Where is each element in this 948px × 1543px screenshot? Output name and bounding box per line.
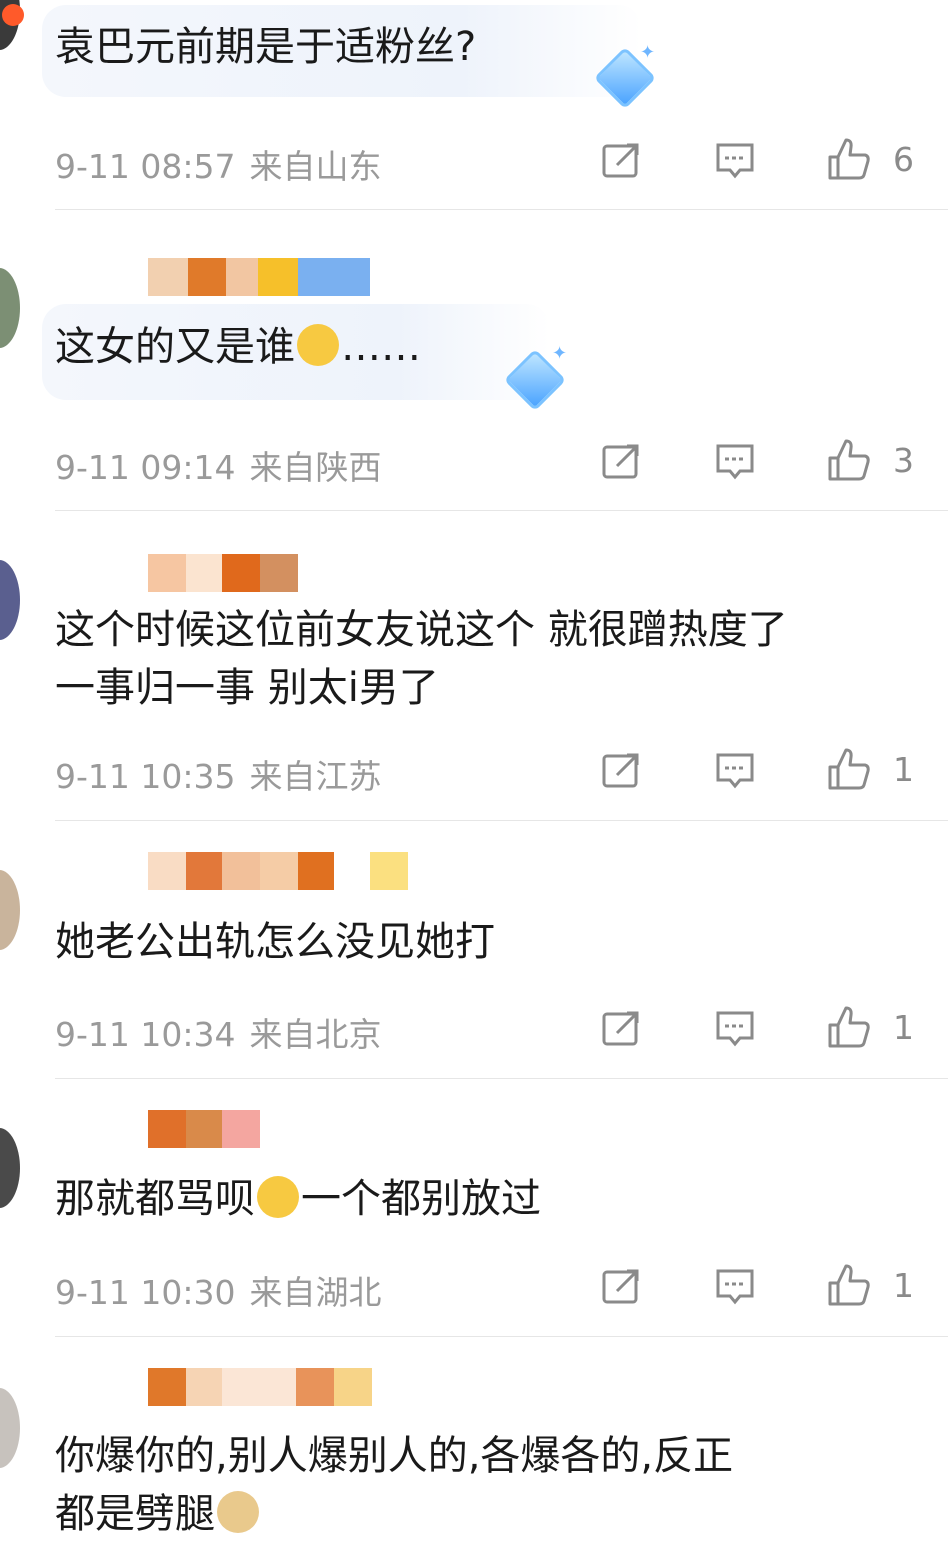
comment-location: 来自陕西 xyxy=(249,448,382,487)
comment-text: 这女的又是谁 …… xyxy=(55,318,421,376)
comment-time: 9-11 08:57 xyxy=(55,147,236,186)
comment-time: 9-11 10:35 xyxy=(55,757,236,796)
username[interactable] xyxy=(40,258,370,296)
sparkle-icon: ✦ xyxy=(552,343,568,364)
username-block xyxy=(148,258,188,296)
divider xyxy=(55,820,948,821)
comment-icon[interactable] xyxy=(715,141,755,181)
comment-meta: 9-11 10:34 来自北京 xyxy=(55,1008,382,1056)
share-icon[interactable] xyxy=(601,1267,641,1307)
like-count: 1 xyxy=(893,750,914,789)
username-block xyxy=(260,852,298,890)
avatar[interactable] xyxy=(0,0,24,50)
like-icon[interactable] xyxy=(827,747,871,791)
like-count: 6 xyxy=(893,140,914,179)
laugh-cry-emoji xyxy=(297,324,339,366)
comment-location: 来自江苏 xyxy=(249,757,382,796)
laugh-cry-emoji xyxy=(257,1176,299,1218)
comment-time: 9-11 09:14 xyxy=(55,448,236,487)
doge-emoji xyxy=(217,1491,259,1533)
divider xyxy=(55,1078,948,1079)
username-block xyxy=(186,1368,222,1406)
comment-text: 她老公出轨怎么没见她打 xyxy=(55,919,495,965)
like-count: 1 xyxy=(893,1008,914,1047)
username-block xyxy=(222,554,260,592)
like-icon[interactable] xyxy=(827,1263,871,1307)
comment-time: 9-11 10:34 xyxy=(55,1015,236,1054)
avatar[interactable] xyxy=(0,268,20,348)
username[interactable] xyxy=(40,1368,380,1406)
username-block xyxy=(148,554,186,592)
username-block xyxy=(148,1368,186,1406)
like-icon[interactable] xyxy=(827,1005,871,1049)
comment-text: 那就都骂呗 一个都别放过 xyxy=(55,1170,541,1228)
comment-text-tail: …… xyxy=(341,324,421,370)
like-count: 1 xyxy=(893,1266,914,1305)
comment-icon[interactable] xyxy=(715,1267,755,1307)
comment-icon[interactable] xyxy=(715,751,755,791)
username[interactable] xyxy=(40,1110,300,1148)
comment-text-line2: 都是劈腿 xyxy=(55,1485,261,1543)
divider xyxy=(55,209,948,210)
like-count: 3 xyxy=(893,441,914,480)
sparkle-icon: ✦ xyxy=(640,42,656,63)
comment-text-part: 都是劈腿 xyxy=(55,1491,215,1537)
username-block xyxy=(186,852,222,890)
username-block xyxy=(148,1110,186,1148)
username-block xyxy=(186,1110,222,1148)
comment-text-tail: 一个都别放过 xyxy=(301,1176,541,1222)
comment-text: 袁巴元前期是于适粉丝? xyxy=(55,24,477,70)
divider xyxy=(55,1336,948,1337)
verified-badge xyxy=(2,4,24,26)
like-icon[interactable] xyxy=(827,438,871,482)
username-block xyxy=(222,1368,296,1406)
comment-location: 来自山东 xyxy=(249,147,382,186)
comment-location: 来自北京 xyxy=(249,1015,382,1054)
username-block xyxy=(370,852,408,890)
comment-location: 来自湖北 xyxy=(249,1273,382,1312)
comment-text: 这个时候这位前女友说这个 就很蹭热度了 xyxy=(55,607,788,653)
comment-meta: 9-11 09:14 来自陕西 xyxy=(55,441,382,489)
username-block xyxy=(298,258,370,296)
avatar[interactable] xyxy=(0,1128,20,1208)
username-block xyxy=(188,258,226,296)
comment-meta: 9-11 10:35 来自江苏 xyxy=(55,750,382,798)
comment-text: 你爆你的,别人爆别人的,各爆各的,反正 xyxy=(55,1433,734,1479)
username-block xyxy=(296,1368,334,1406)
comment-icon[interactable] xyxy=(715,442,755,482)
username-block xyxy=(222,1110,260,1148)
share-icon[interactable] xyxy=(601,751,641,791)
comment-meta: 9-11 10:30 来自湖北 xyxy=(55,1266,382,1314)
share-icon[interactable] xyxy=(601,442,641,482)
username-block xyxy=(226,258,262,296)
username-block xyxy=(334,1368,372,1406)
comment-text-part: 这女的又是谁 xyxy=(55,324,295,370)
comment-text-part: 那就都骂呗 xyxy=(55,1176,255,1222)
username-block xyxy=(258,258,298,296)
comment-meta: 9-11 08:57 来自山东 xyxy=(55,140,382,188)
share-icon[interactable] xyxy=(601,1009,641,1049)
comment-text-line2: 一事归一事 别太i男了 xyxy=(55,665,439,711)
like-icon[interactable] xyxy=(827,137,871,181)
username[interactable] xyxy=(40,554,340,592)
comment-time: 9-11 10:30 xyxy=(55,1273,236,1312)
avatar[interactable] xyxy=(0,870,20,950)
username[interactable] xyxy=(40,852,410,890)
avatar[interactable] xyxy=(0,560,20,640)
username-block xyxy=(148,852,186,890)
username-block xyxy=(186,554,222,592)
username-block xyxy=(298,852,334,890)
avatar[interactable] xyxy=(0,1388,20,1468)
share-icon[interactable] xyxy=(601,141,641,181)
comment-icon[interactable] xyxy=(715,1009,755,1049)
divider xyxy=(55,510,948,511)
username-block xyxy=(260,554,298,592)
username-block xyxy=(222,852,260,890)
